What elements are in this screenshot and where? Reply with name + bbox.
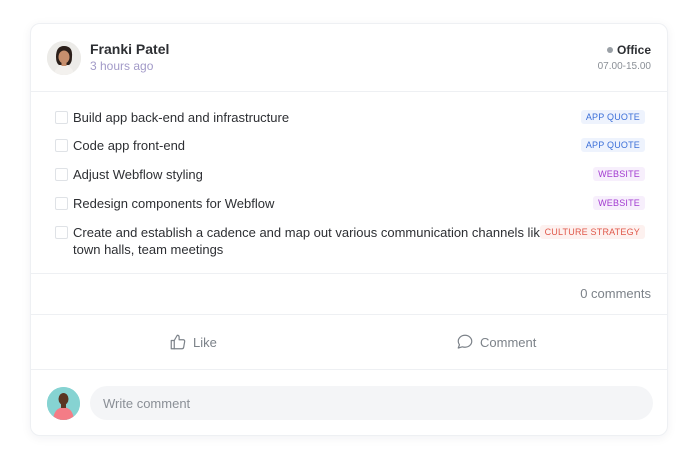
task-text: Build app back-end and infrastructure <box>73 110 290 125</box>
post-actions: Like Comment <box>31 315 667 370</box>
task-text-line: Create and establish a cadence and map o… <box>73 225 548 240</box>
task-checkbox[interactable] <box>55 197 68 210</box>
comment-button[interactable]: Comment <box>456 333 536 351</box>
task-tag: APP QUOTE <box>580 138 645 152</box>
task-text: Create and establish a cadence and map o… <box>73 224 547 258</box>
task-tag: WEBSITE <box>593 196 645 210</box>
like-label: Like <box>193 334 217 350</box>
comment-label: Comment <box>480 334 537 350</box>
task-checkbox[interactable] <box>55 139 68 152</box>
thumbs-up-icon <box>169 333 187 351</box>
comments-count[interactable]: 0 comments <box>580 286 651 301</box>
like-button[interactable]: Like <box>169 333 217 351</box>
task-tag: APP QUOTE <box>580 110 645 124</box>
location-label: Office <box>606 43 651 57</box>
post-header: Franki Patel 3 hours ago Office 07.00-15… <box>31 24 667 92</box>
comments-summary: 0 comments <box>31 274 667 315</box>
task-checkbox[interactable] <box>55 226 68 239</box>
task-checkbox[interactable] <box>55 168 68 181</box>
author-name[interactable]: Franki Patel <box>90 41 169 57</box>
comment-input[interactable] <box>90 386 653 420</box>
task-list: Build app back-end and infrastructure AP… <box>31 92 667 274</box>
post-time: 3 hours ago <box>90 59 154 73</box>
post-card: Franki Patel 3 hours ago Office 07.00-15… <box>30 23 668 436</box>
task-text: Code app front-end <box>73 138 186 153</box>
location-text: Office <box>616 43 651 57</box>
dot-icon <box>606 47 613 53</box>
work-hours: 07.00-15.00 <box>597 61 651 72</box>
task-tag: WEBSITE <box>593 167 645 181</box>
task-text: Adjust Webflow styling <box>73 167 203 182</box>
task-checkbox[interactable] <box>55 111 68 124</box>
user-avatar[interactable] <box>47 387 80 420</box>
comment-composer <box>31 370 667 437</box>
author-avatar[interactable] <box>47 41 81 75</box>
task-text: Redesign components for Webflow <box>73 196 275 211</box>
task-text-line: town halls, team meetings <box>73 242 224 257</box>
task-tag: CULTURE STRATEGY <box>539 225 645 239</box>
speech-bubble-icon <box>456 333 474 351</box>
